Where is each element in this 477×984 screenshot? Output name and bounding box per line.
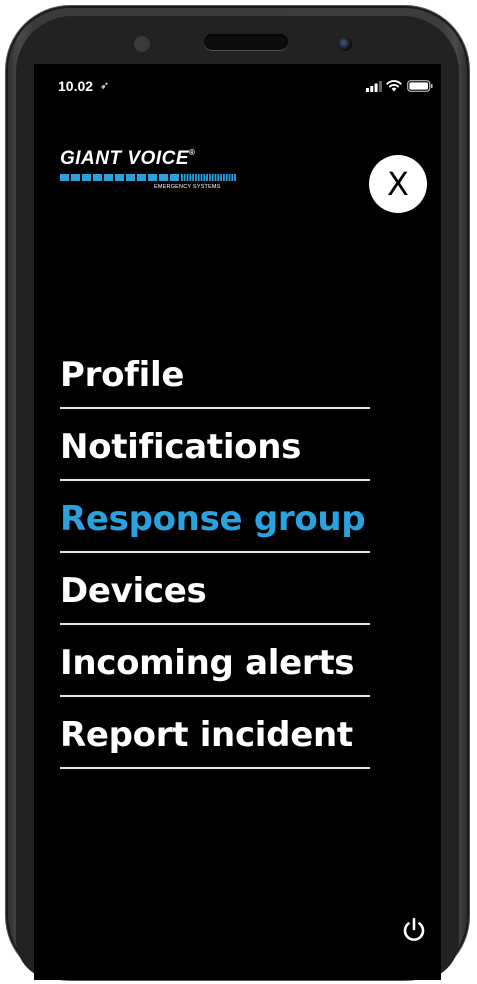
logo-tagline: EMERGENCY SYSTEMS (154, 184, 221, 190)
menu-item-label: Incoming alerts (60, 643, 355, 683)
menu-item-profile[interactable]: Profile (60, 338, 370, 409)
signal-icon (366, 81, 382, 92)
logo-wordmark: GIANT VOICE (60, 148, 190, 169)
power-icon[interactable] (400, 916, 428, 944)
status-time: 10.02 (58, 78, 94, 94)
menu-item-devices[interactable]: Devices (60, 554, 370, 625)
close-button[interactable]: X (369, 155, 427, 213)
wifi-icon (386, 80, 402, 92)
menu-item-label: Notifications (60, 427, 302, 467)
registered-mark: ® (189, 148, 196, 157)
menu-item-label: Report incident (60, 715, 353, 755)
battery-icon (407, 80, 433, 92)
menu-item-label: Devices (60, 571, 207, 611)
location-arrow-icon: ➶ (100, 80, 110, 92)
app-screen: 10.02 ➶ GIANT VOICE® EMERGENCY SYSTEMS X… (34, 64, 441, 980)
menu-item-incoming-alerts[interactable]: Incoming alerts (60, 626, 370, 697)
menu-item-response-group[interactable]: Response group (60, 482, 370, 553)
menu-item-report-incident[interactable]: Report incident (60, 698, 370, 769)
menu-item-notifications[interactable]: Notifications (60, 410, 370, 481)
earpiece-speaker (204, 34, 288, 50)
logo-bars (60, 174, 236, 181)
status-bar: 10.02 ➶ (34, 64, 441, 108)
main-menu: Profile Notifications Response group Device… (60, 338, 370, 769)
menu-item-label: Response group (60, 499, 366, 539)
proximity-sensor (134, 36, 150, 52)
front-camera (338, 37, 352, 51)
menu-item-label: Profile (60, 355, 185, 395)
giant-voice-logo: GIANT VOICE® EMERGENCY SYSTEMS (60, 148, 242, 194)
